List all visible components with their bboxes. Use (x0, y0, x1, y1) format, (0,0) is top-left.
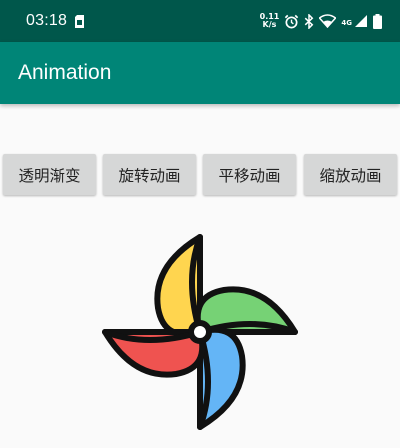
cellular-signal-icon (355, 15, 367, 27)
sim-card-icon (75, 14, 85, 28)
app-bar: Animation (0, 42, 400, 104)
pinwheel-hub (188, 320, 212, 344)
battery-icon (373, 13, 382, 29)
status-time: 03:18 (26, 12, 68, 29)
blade-green (194, 286, 298, 335)
status-bar: 03:18 0.11 K/s 4G (0, 0, 400, 42)
alarm-icon (285, 14, 299, 28)
network-type: 4G (341, 19, 352, 27)
wifi-icon (319, 14, 337, 28)
app-title: Animation (18, 61, 112, 84)
blade-blue (197, 326, 246, 430)
blade-yellow (154, 234, 203, 338)
rotate-animation-button[interactable]: 旋转动画 (103, 154, 196, 195)
pinwheel-icon (102, 234, 298, 430)
net-speed-unit: K/s (262, 20, 277, 29)
bluetooth-icon (305, 13, 314, 29)
animation-button-row: 透明渐变 旋转动画 平移动画 缩放动画 (3, 154, 397, 195)
net-speed: 0.11 K/s (260, 13, 280, 29)
translate-animation-button[interactable]: 平移动画 (203, 154, 296, 195)
scale-animation-button[interactable]: 缩放动画 (304, 154, 397, 195)
blade-red (102, 329, 206, 378)
fade-animation-button[interactable]: 透明渐变 (3, 154, 96, 195)
